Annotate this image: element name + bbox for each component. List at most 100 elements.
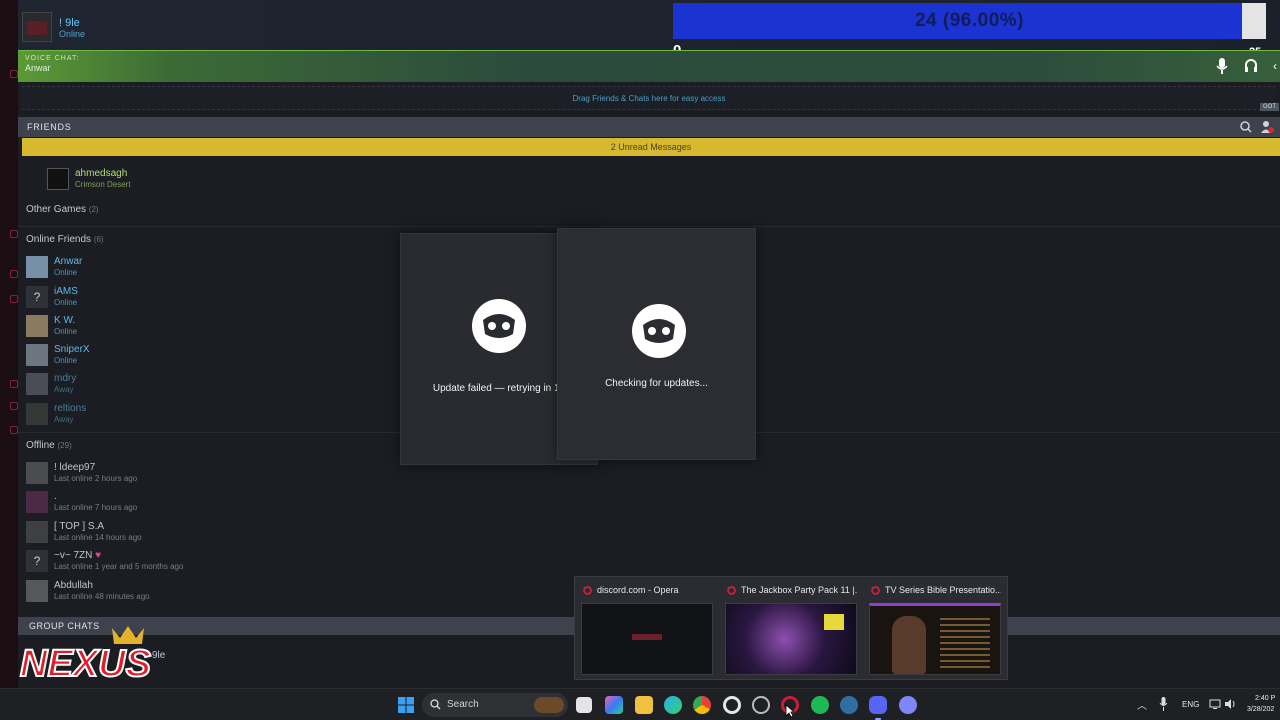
friend-item[interactable]: [ TOP ] S.A Last online 14 hours ago (26, 519, 326, 545)
user-status: Online (59, 29, 86, 39)
volume-icon[interactable] (1224, 698, 1237, 710)
chrome-icon[interactable] (693, 696, 711, 714)
friend-name: iAMS (54, 286, 78, 297)
friend-item[interactable]: K W. Online (26, 313, 326, 339)
microphone-icon[interactable] (1159, 697, 1168, 711)
mouse-cursor-icon (785, 704, 795, 718)
nexus-logo: NEXUS (19, 626, 152, 686)
friend-status: Last online 14 hours ago (54, 533, 142, 542)
window-preview[interactable]: The Jackbox Party Pack 11 |... (723, 583, 857, 677)
start-icon[interactable] (398, 697, 414, 713)
window-preview[interactable]: TV Series Bible Presentatio... (867, 583, 1001, 677)
progress-bar: 24 (96.00%) (673, 3, 1266, 39)
window-title: The Jackbox Party Pack 11 |... (741, 585, 857, 595)
section-count: (2) (88, 205, 99, 214)
clock-time[interactable]: 2:40 P (1255, 695, 1275, 702)
avatar (26, 491, 48, 513)
friend-item[interactable]: reltions Away (26, 401, 326, 427)
search-highlight-image (534, 697, 564, 713)
friend-status: Last online 48 minutes ago (54, 592, 150, 601)
language-indicator[interactable]: ENG (1182, 700, 1199, 709)
friend-item[interactable]: SniperX Online (26, 342, 326, 368)
avatar[interactable] (22, 12, 52, 42)
friend-status: Online (54, 327, 78, 336)
window-title: TV Series Bible Presentatio... (885, 585, 1001, 595)
add-friend-icon[interactable] (1260, 120, 1274, 134)
voice-chat-bar[interactable]: VOICE CHAT: Anwar ‹ (18, 50, 1280, 82)
search-placeholder: Search (447, 699, 479, 710)
background-app-strip (0, 0, 18, 688)
friend-name: Anwar (54, 256, 83, 267)
taskbar: Search ︿ ENG 2:40 P 3/28/202 (0, 688, 1280, 720)
discord-logo-icon (632, 304, 686, 358)
edge-icon[interactable] (664, 696, 682, 714)
search-icon[interactable] (1239, 120, 1253, 134)
discord-logo-icon (472, 299, 526, 353)
friend-item[interactable]: mdry Away (26, 371, 326, 397)
offline-group[interactable]: Offline (29) (26, 440, 72, 451)
section-label: Offline (26, 440, 55, 451)
friend-status: Online (54, 356, 78, 365)
section-label: Online Friends (26, 234, 92, 245)
discord-ptb-icon[interactable] (899, 696, 917, 714)
unread-messages-banner[interactable]: 2 Unread Messages (22, 138, 1280, 156)
divider (18, 226, 1280, 227)
friend-item[interactable]: ? ~v~ 7ZN ♥ Last online 1 year and 5 mon… (26, 548, 326, 574)
window-preview[interactable]: discord.com - Opera (579, 583, 713, 677)
taskbar-thumbnail-previews: discord.com - Opera The Jackbox Party Pa… (574, 576, 1008, 680)
friend-item[interactable]: ! ldeep97 Last online 2 hours ago (26, 460, 326, 486)
copilot-icon[interactable] (576, 697, 592, 713)
friend-item[interactable]: Abdullah Last online 48 minutes ago (26, 578, 326, 604)
user-name[interactable]: ! 9le (59, 17, 80, 29)
network-icon[interactable] (1209, 698, 1221, 710)
friend-name: K W. (54, 315, 76, 326)
friend-item[interactable]: ahmedsagh Crimson Desert (47, 166, 347, 192)
avatar (26, 256, 48, 278)
chevron-up-icon[interactable]: ︿ (1137, 697, 1147, 712)
avatar: ? (26, 550, 48, 572)
avatar: ? (26, 286, 48, 308)
clock-date[interactable]: 3/28/202 (1247, 706, 1274, 713)
discord-icon[interactable] (869, 696, 887, 720)
friend-name: [ TOP ] S.A (54, 521, 105, 532)
steam-dark-icon[interactable] (752, 696, 770, 714)
avatar (26, 580, 48, 602)
group-chat-name[interactable]: 9le (152, 650, 165, 661)
friend-name: ~v~ 7ZN ♥ (54, 550, 101, 561)
voice-chat-label: VOICE CHAT: (25, 55, 80, 62)
steam-icon[interactable] (840, 696, 858, 714)
favorites-drop-zone[interactable]: Drag Friends & Chats here for easy acces… (22, 86, 1276, 110)
folder-icon[interactable] (635, 696, 653, 714)
online-friends-group[interactable]: Online Friends (6) (26, 234, 104, 245)
app-icon[interactable] (723, 696, 741, 714)
file-explorer-icon[interactable] (605, 696, 623, 714)
friends-header: FRIENDS (18, 117, 1280, 137)
section-label: Other Games (26, 204, 87, 215)
microphone-icon[interactable] (1215, 58, 1229, 74)
friend-status: Last online 1 year and 5 months ago (54, 562, 184, 571)
avatar (26, 373, 48, 395)
friend-status: Crimson Desert (75, 180, 131, 189)
headset-icon[interactable] (1244, 58, 1258, 74)
spotify-icon[interactable] (811, 696, 829, 714)
avatar (26, 462, 48, 484)
friends-title: FRIENDS (27, 122, 72, 132)
friend-item[interactable]: . Last online 7 hours ago (26, 489, 326, 515)
friend-item[interactable]: Anwar Online (26, 254, 326, 280)
friend-name: mdry (54, 373, 77, 384)
section-count: (29) (57, 441, 72, 450)
other-games-group[interactable]: Other Games (2) (26, 204, 99, 215)
window-title: discord.com - Opera (597, 585, 679, 595)
avatar (26, 521, 48, 543)
friend-name: Abdullah (54, 580, 93, 591)
avatar (26, 344, 48, 366)
taskbar-search[interactable]: Search (422, 693, 568, 717)
friend-name-text: ~v~ 7ZN (54, 550, 93, 561)
friend-status: Last online 2 hours ago (54, 474, 138, 483)
friend-name: ahmedsagh (75, 168, 128, 179)
voice-expand-icon[interactable]: ‹ (1273, 59, 1277, 73)
voice-chat-channel[interactable]: Anwar (25, 63, 51, 73)
friend-item[interactable]: ? iAMS Online (26, 284, 326, 310)
window-thumbnail (725, 603, 857, 675)
friend-name: SniperX (54, 344, 90, 355)
